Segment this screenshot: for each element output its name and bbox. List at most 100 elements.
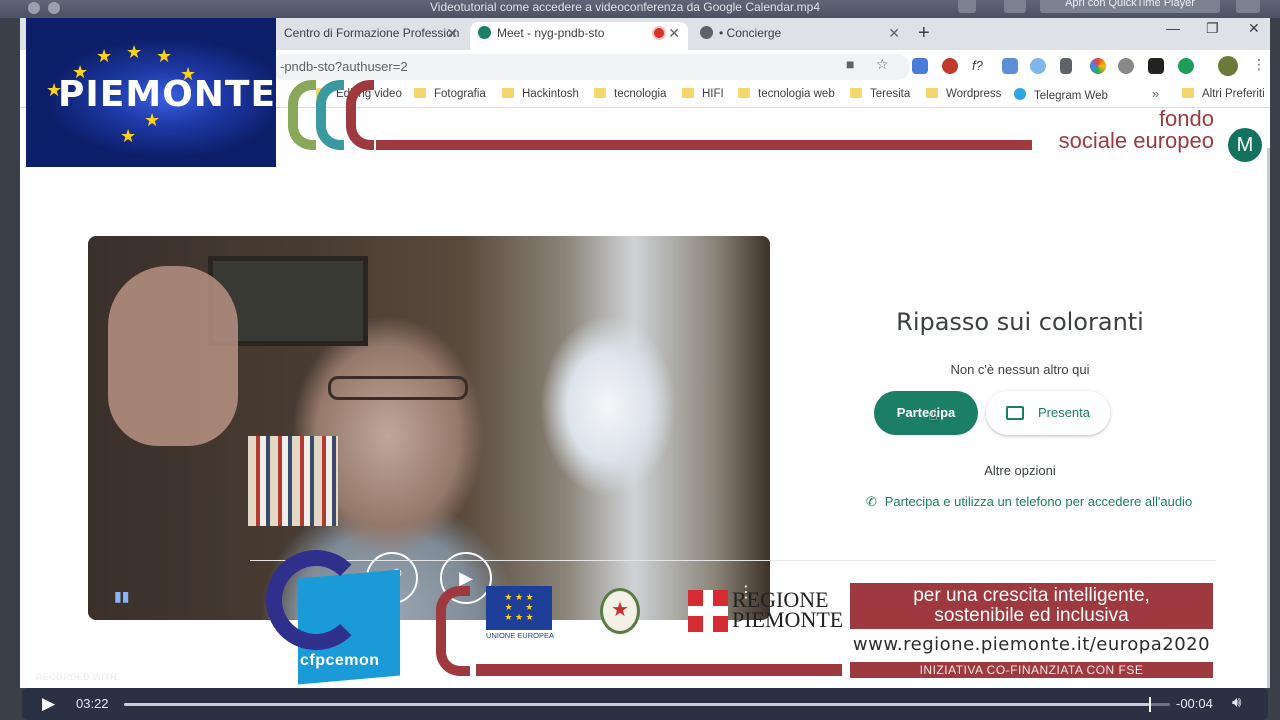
cofinanced-strip: INIZIATIVA CO-FINANZIATA CON FSE — [850, 662, 1213, 678]
participants-status: Non c'è nessun altro qui — [950, 362, 1090, 377]
star-icon[interactable]: ☆ — [876, 56, 889, 73]
volume-icon[interactable]: 🔊︎ — [1232, 694, 1241, 711]
join-buttons: Partecipa ☝ Presenta — [800, 391, 1240, 437]
player-window-title: Videotutorial come accedere a videoconfe… — [430, 0, 821, 14]
address-bar[interactable]: -pndb-sto?authuser=2 — [270, 54, 910, 80]
audio-level-icon: ▮▮ — [114, 588, 130, 604]
recorded-with-label: RECORDED WITH — [36, 672, 117, 682]
fse-line2: sociale europeo — [1058, 128, 1214, 153]
eu-label: UNIONE EUROPEA — [486, 631, 554, 640]
gear-extension-icon[interactable] — [942, 58, 958, 74]
bookmark-tecnologia-web[interactable]: tecnologia web — [738, 88, 835, 100]
close-icon[interactable]: ✕ — [888, 22, 900, 44]
color-wheel-icon[interactable] — [1090, 58, 1106, 74]
bookmark-hifi[interactable]: HIFI — [682, 88, 724, 100]
chat-extension-icon[interactable] — [1178, 58, 1194, 74]
present-screen-icon — [1005, 406, 1024, 420]
regione-piemonte-flag-icon — [688, 590, 728, 632]
translate-icon[interactable] — [912, 58, 928, 74]
window-close-icon[interactable]: ✕ — [1248, 20, 1260, 37]
extension-icon[interactable] — [1002, 58, 1018, 74]
meeting-title: Ripasso sui coloranti — [896, 308, 1144, 336]
phone-option-label: Partecipa e utilizza un telefono per acc… — [884, 494, 1193, 509]
playback-bar: ▶ 03:22 -00:04 🔊︎ — [22, 688, 1268, 720]
remaining-time: -00:04 — [1176, 696, 1213, 711]
fse-bar — [376, 140, 1032, 150]
bottom-bar — [476, 664, 842, 676]
share-icon[interactable] — [958, 0, 976, 13]
restore-icon[interactable]: ❐ — [1206, 20, 1219, 37]
cfpcemon-logo: cfpcemon — [262, 548, 402, 685]
bookmark-teresita[interactable]: Teresita — [850, 88, 910, 100]
tab-meet[interactable]: Meet - nyg-pndb-sto ✕ — [470, 22, 688, 50]
glasses — [328, 376, 468, 400]
phone-icon: ✆ — [865, 494, 877, 509]
globe-icon — [700, 26, 713, 39]
elapsed-time: 03:22 — [76, 696, 109, 711]
regione-line2: PIEMONTE — [732, 607, 844, 632]
cfp-logo-ring — [266, 550, 366, 650]
fse-arc-red — [346, 80, 374, 150]
profile-avatar[interactable] — [1218, 56, 1238, 76]
close-icon[interactable]: ✕ — [668, 22, 680, 44]
bookshelf — [248, 436, 338, 526]
waving-hand — [108, 266, 238, 446]
regione-piemonte-logo: REGIONE PIEMONTE — [732, 589, 844, 632]
cfp-logo-text: cfpcemon — [300, 652, 380, 669]
scrubber-progress — [124, 703, 1149, 706]
account-avatar[interactable]: M — [1228, 128, 1262, 162]
more-icon[interactable]: ⋮ — [1252, 56, 1266, 73]
piemonte-logo-text: PIEMONTE — [58, 74, 276, 115]
growth-line1: per una crescita intelligente, — [913, 585, 1150, 606]
eu-flag-icon: ★ ★ ★ ★ ★ ★ ★ ★ — [486, 586, 552, 630]
scrubber-track[interactable] — [124, 697, 1170, 712]
expand-icon[interactable] — [1236, 0, 1260, 13]
scrubber-handle[interactable] — [1149, 697, 1151, 712]
fse-title: fondo sociale europeo — [1030, 108, 1214, 152]
growth-line2: sostenibile ed inclusiva — [934, 605, 1129, 626]
recording-icon — [654, 28, 664, 38]
join-panel: Ripasso sui coloranti Non c'è nessun alt… — [800, 308, 1240, 510]
bookmark-telegram-web[interactable]: Telegram Web — [1014, 88, 1108, 102]
scrollbar[interactable] — [1267, 148, 1270, 688]
join-button[interactable]: Partecipa — [874, 391, 978, 435]
bookmark-tecnologia[interactable]: tecnologia — [594, 88, 666, 100]
fse-arc-green — [288, 80, 316, 150]
player-titlebar: Videotutorial come accedere a videoconfe… — [0, 0, 1280, 18]
url-text: -pndb-sto?authuser=2 — [280, 59, 408, 74]
circle-extension-icon[interactable] — [1118, 58, 1134, 74]
tab-concierge[interactable]: • Concierge ✕ — [692, 22, 908, 50]
bookmark-fotografia[interactable]: Fotografia — [414, 88, 486, 100]
tab-label: Centro di Formazione Profession — [284, 26, 460, 40]
bookmark-hackintosh[interactable]: Hackintosh — [502, 88, 579, 100]
function-icon[interactable]: f? — [972, 58, 988, 74]
fse-line1: fondo — [1158, 106, 1214, 131]
present-button[interactable]: Presenta — [986, 391, 1110, 435]
fse-arc-teal — [316, 80, 344, 150]
present-label: Presenta — [1037, 405, 1091, 420]
tab-label: • Concierge — [719, 26, 782, 40]
open-with-quicktime-button[interactable]: Apri con QuickTime Player — [1040, 0, 1220, 13]
close-icon[interactable]: ✕ — [446, 22, 458, 44]
piemonte-logo: ★ ★ ★ ★ ★ ★ ★ ★ PIEMONTE — [26, 18, 276, 167]
join-by-phone-link[interactable]: ✆ Partecipa e utilizza un telefono per ac… — [800, 494, 1240, 510]
camera-preview: ▮▮ 🎤︎ ▶ ⋮ — [88, 236, 770, 620]
trash-icon[interactable] — [1004, 0, 1026, 13]
italian-republic-emblem-icon — [600, 588, 640, 634]
camera-icon[interactable]: ■ — [846, 56, 854, 72]
tab-centro-formazione[interactable]: Centro di Formazione Profession ✕ — [276, 22, 466, 50]
hand-cursor-icon: ☝ — [928, 407, 938, 424]
bottom-arc — [436, 586, 470, 676]
play-icon[interactable]: ▶ — [42, 694, 55, 714]
bookmark-wordpress[interactable]: Wordpress — [926, 88, 1001, 100]
chevron-more-icon[interactable]: » — [1152, 86, 1159, 101]
screen: Videotutorial come accedere a videoconfe… — [0, 0, 1280, 720]
bookmark-altri-preferiti[interactable]: Altri Preferiti — [1182, 88, 1265, 100]
cloud-icon[interactable] — [1030, 58, 1046, 74]
more-options-heading: Altre opzioni — [984, 463, 1056, 478]
eyedropper-icon[interactable] — [1060, 58, 1072, 74]
new-tab-icon[interactable]: + — [918, 22, 930, 45]
dark-extension-icon[interactable] — [1148, 58, 1164, 74]
minimize-icon[interactable]: — — [1166, 20, 1180, 36]
window-buttons[interactable] — [28, 2, 60, 14]
